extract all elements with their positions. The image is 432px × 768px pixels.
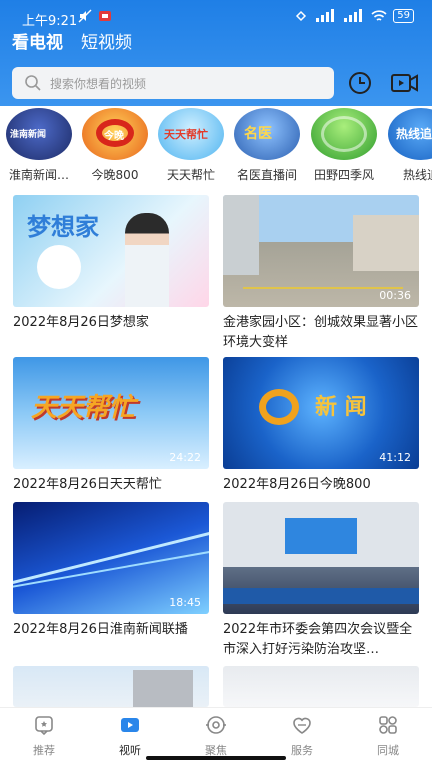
channel-logo bbox=[311, 108, 377, 160]
presenter-figure bbox=[125, 213, 169, 307]
recommend-icon bbox=[35, 716, 53, 736]
mute-icon bbox=[78, 9, 92, 23]
nav-service[interactable]: 服务 bbox=[272, 714, 332, 758]
status-left-icons bbox=[78, 9, 112, 23]
video-card[interactable] bbox=[223, 666, 419, 707]
signal-2-icon bbox=[344, 9, 363, 22]
channel-name: 田野四季风 bbox=[313, 168, 374, 182]
grid-city-icon bbox=[379, 716, 397, 734]
channel-item[interactable]: 天天帮忙 天天帮忙 bbox=[156, 108, 226, 183]
channel-name: 今晚800 bbox=[91, 168, 139, 182]
video-card[interactable]: 天天帮忙 24:22 2022年8月26日天天帮忙 bbox=[13, 357, 209, 495]
channel-name: 天天帮忙 bbox=[166, 168, 215, 182]
meeting-screen bbox=[285, 518, 357, 554]
video-title: 2022年8月26日天天帮忙 bbox=[13, 477, 162, 492]
home-indicator[interactable] bbox=[146, 756, 286, 760]
channel-logo: 天天帮忙 bbox=[158, 108, 224, 160]
building-left bbox=[223, 195, 259, 275]
search-placeholder: 搜索你想看的视频 bbox=[50, 77, 147, 91]
wifi-icon bbox=[371, 10, 387, 21]
logo-ring bbox=[259, 389, 299, 425]
video-card[interactable]: 新 闻 41:12 2022年8月26日今晚800 bbox=[223, 357, 419, 495]
channel-logo: 淮南新闻 bbox=[6, 108, 72, 160]
main-tabs: 看电视 短视频 bbox=[12, 31, 132, 55]
video-thumbnail: 梦想家 bbox=[13, 195, 209, 307]
signal-icon bbox=[316, 9, 335, 22]
nav-focus[interactable]: 聚焦 bbox=[186, 714, 246, 758]
house-logo bbox=[37, 245, 81, 289]
channel-name: 淮南新闻… bbox=[8, 168, 69, 182]
video-card[interactable]: 18:45 2022年8月26日淮南新闻联播 bbox=[13, 502, 209, 640]
nav-label: 推荐 bbox=[33, 744, 55, 757]
status-right-icons: 59 bbox=[295, 9, 414, 23]
app-notification-icon bbox=[99, 11, 111, 21]
channel-logo-text: 淮南新闻 bbox=[10, 130, 47, 140]
channel-logo-text: 热线追 bbox=[396, 127, 432, 141]
building-right bbox=[353, 215, 419, 271]
channel-logo-text: 名医 bbox=[244, 126, 272, 142]
search-row: 搜索你想看的视频 bbox=[0, 66, 432, 100]
video-title: 2022年8月26日梦想家 bbox=[13, 315, 149, 330]
tab-short-video[interactable]: 短视频 bbox=[81, 31, 132, 55]
video-card[interactable] bbox=[13, 666, 209, 707]
thumbnail-overlay-text: 梦想家 bbox=[27, 212, 99, 241]
channel-item[interactable]: 热线追 热线追 bbox=[386, 108, 432, 183]
video-title: 金港家园小区：创城效果显著小区环境大变样 bbox=[223, 315, 419, 350]
video-thumbnail bbox=[223, 502, 419, 614]
video-thumbnail bbox=[223, 666, 419, 707]
video-title: 2022年8月26日今晚800 bbox=[223, 477, 371, 492]
video-thumbnail bbox=[13, 666, 209, 707]
video-duration: 18:45 bbox=[169, 596, 201, 609]
nav-audiovisual[interactable]: 视听 bbox=[100, 714, 160, 758]
light-streak bbox=[13, 548, 209, 590]
video-thumbnail: 新 闻 41:12 bbox=[223, 357, 419, 469]
video-title: 2022年市环委会第四次会议暨全市深入打好污染防治攻坚… bbox=[223, 622, 413, 657]
nav-recommend[interactable]: 推荐 bbox=[14, 714, 74, 758]
video-duration: 00:36 bbox=[379, 289, 411, 302]
channel-logo: 今晚 bbox=[82, 108, 148, 160]
channel-logo-text: 天天帮忙 bbox=[164, 128, 208, 141]
caption-bar bbox=[223, 588, 419, 604]
video-card[interactable]: 2022年市环委会第四次会议暨全市深入打好污染防治攻坚… bbox=[223, 502, 419, 660]
video-duration: 24:22 bbox=[169, 451, 201, 464]
video-duration: 41:12 bbox=[379, 451, 411, 464]
nav-label: 同城 bbox=[377, 744, 399, 757]
play-icon bbox=[121, 718, 139, 732]
building bbox=[133, 670, 193, 707]
video-title: 2022年8月26日淮南新闻联播 bbox=[13, 622, 188, 637]
thumbnail-overlay-text: 天天帮忙 bbox=[31, 393, 136, 423]
channel-name: 热线追 bbox=[402, 168, 432, 182]
video-thumbnail: 18:45 bbox=[13, 502, 209, 614]
tab-tv[interactable]: 看电视 bbox=[12, 31, 63, 55]
channel-item[interactable]: 名医 名医直播间 bbox=[232, 108, 302, 183]
video-camera-icon[interactable] bbox=[390, 70, 420, 96]
heart-service-icon bbox=[293, 717, 311, 734]
video-thumbnail: 天天帮忙 24:22 bbox=[13, 357, 209, 469]
video-card[interactable]: 00:36 金港家园小区：创城效果显著小区环境大变样 bbox=[223, 195, 419, 353]
channel-item[interactable]: 田野四季风 bbox=[309, 108, 379, 183]
channel-name: 名医直播间 bbox=[236, 168, 297, 182]
focus-icon bbox=[206, 716, 226, 734]
thumbnail-overlay-text: 新 闻 bbox=[315, 395, 367, 420]
channel-logo: 名医 bbox=[234, 108, 300, 160]
status-time: 上午9:21 bbox=[22, 14, 78, 29]
channel-logo: 热线追 bbox=[388, 108, 432, 160]
bluetooth-link-icon bbox=[296, 10, 307, 22]
battery-indicator: 59 bbox=[393, 9, 414, 23]
channel-logo-text: 今晚 bbox=[104, 131, 124, 142]
channel-list: 淮南新闻 淮南新闻… 今晚 今晚800 天天帮忙 天天帮忙 名医 名医直播间 田… bbox=[0, 106, 432, 192]
video-thumbnail: 00:36 bbox=[223, 195, 419, 307]
search-icon bbox=[25, 75, 41, 91]
search-input[interactable]: 搜索你想看的视频 bbox=[12, 67, 334, 99]
nav-city[interactable]: 同城 bbox=[358, 714, 418, 758]
channel-item[interactable]: 淮南新闻 淮南新闻… bbox=[4, 108, 74, 183]
video-card[interactable]: 梦想家 2022年8月26日梦想家 bbox=[13, 195, 209, 333]
clock-icon[interactable] bbox=[347, 70, 373, 96]
status-bar: 上午9:21 59 bbox=[0, 0, 432, 32]
channel-item[interactable]: 今晚 今晚800 bbox=[80, 108, 150, 183]
logo-shape bbox=[321, 116, 367, 152]
